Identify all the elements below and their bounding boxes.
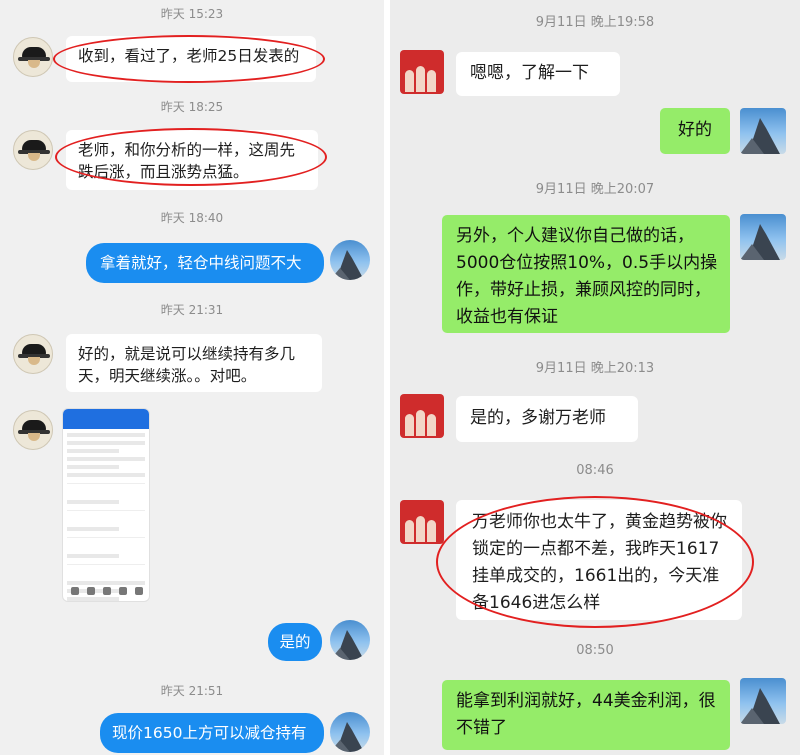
message-bubble[interactable]: 万老师你也太牛了，黄金趋势被你锁定的一点都不差，我昨天1617挂单成交的，166… [456,500,742,620]
message-bubble[interactable]: 拿着就好，轻仓中线问题不大 [86,243,324,283]
app-nav-icon [71,587,79,595]
my-avatar[interactable] [740,214,786,260]
my-avatar[interactable] [740,678,786,724]
contact-avatar[interactable] [13,37,53,77]
chat-panel-left: 昨天 15:23 收到，看过了，老师25日发表的 昨天 18:25 老师，和你分… [0,0,384,755]
mountain-icon [330,722,364,752]
my-avatar[interactable] [330,712,370,752]
my-avatar[interactable] [330,620,370,660]
message-bubble[interactable]: 好的，就是说可以继续持有多几天，明天继续涨。。对吧。 [66,334,322,392]
message-bubble[interactable]: 收到，看过了，老师25日发表的 [66,36,316,82]
mountain-icon [330,250,364,280]
app-nav-icon [119,587,127,595]
message-bubble[interactable]: 是的，多谢万老师 [456,396,638,442]
timestamp: 9月11日 晚上20:07 [535,182,655,197]
timestamp: 08:50 [576,643,614,658]
mountain-icon [740,224,780,260]
timestamp: 9月11日 晚上20:13 [535,361,655,376]
my-avatar[interactable] [740,108,786,154]
contact-avatar[interactable] [400,50,444,94]
message-bubble[interactable]: 能拿到利润就好，44美金利润，很不错了 [442,680,730,750]
mountain-icon [330,630,364,660]
message-bubble[interactable]: 另外，个人建议你自己做的话，5000仓位按照10%，0.5手以内操作，带好止损，… [442,215,730,333]
message-bubble[interactable]: 嗯嗯，了解一下 [456,52,620,96]
message-bubble[interactable]: 老师，和你分析的一样，这周先跌后涨，而且涨势点猛。 [66,130,318,190]
timestamp: 昨天 15:23 [160,7,224,21]
app-header [63,409,149,429]
message-bubble[interactable]: 现价1650上方可以减仓持有 [100,713,324,753]
timestamp: 08:46 [576,463,614,478]
timestamp: 昨天 21:51 [160,684,224,698]
contact-avatar[interactable] [13,410,53,450]
app-nav-icon [103,587,111,595]
contact-avatar[interactable] [13,130,53,170]
contact-avatar[interactable] [13,334,53,374]
mountain-icon [740,118,780,154]
app-nav-icon [135,587,143,595]
my-avatar[interactable] [330,240,370,280]
timestamp: 昨天 18:25 [160,100,224,114]
message-bubble[interactable]: 好的 [660,108,730,154]
message-bubble[interactable]: 是的 [268,623,322,661]
app-nav-icon [87,587,95,595]
contact-avatar[interactable] [400,500,444,544]
timestamp: 昨天 21:31 [160,303,224,317]
contact-avatar[interactable] [400,394,444,438]
timestamp: 昨天 18:40 [160,211,224,225]
trading-app-screenshot-image[interactable] [62,408,150,602]
mountain-icon [740,688,780,724]
chat-panel-right: 9月11日 晚上19:58 嗯嗯，了解一下 好的 9月11日 晚上20:07 另… [390,0,800,755]
timestamp: 9月11日 晚上19:58 [535,15,655,30]
